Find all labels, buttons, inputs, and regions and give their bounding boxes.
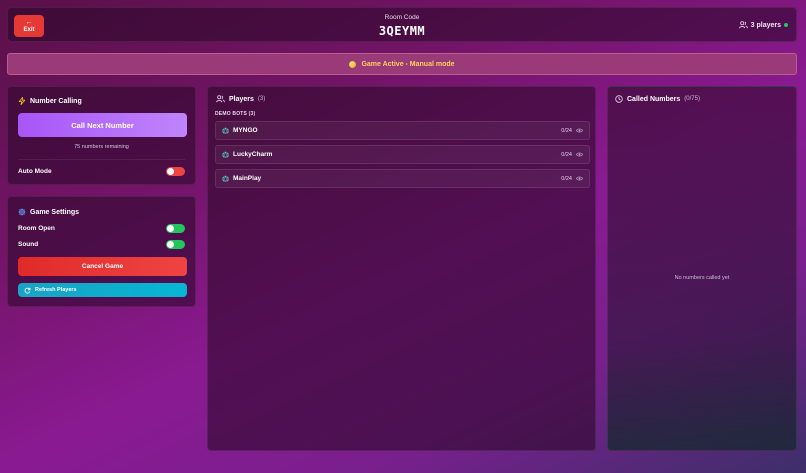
auto-mode-toggle[interactable] xyxy=(166,167,185,176)
players-count: 3 players xyxy=(738,21,788,29)
players-count-badge: (3) xyxy=(257,96,266,102)
game-settings-title: Game Settings xyxy=(18,208,79,216)
call-next-number-button[interactable]: Call Next Number xyxy=(18,113,187,137)
players-count-label: 3 players xyxy=(750,21,781,29)
toggle-knob xyxy=(167,168,174,175)
refresh-players-label: Refresh Players xyxy=(35,287,77,293)
bot-icon xyxy=(222,151,229,158)
top-bar: ← Exit Room Code 3QEYMM 3 players xyxy=(7,7,797,42)
called-numbers-count: (0/75) xyxy=(684,96,700,102)
player-score: 0/24 xyxy=(561,127,572,134)
player-name: MainPlay xyxy=(233,175,262,182)
called-numbers-panel: Called Numbers (0/75) No numbers called … xyxy=(607,86,797,451)
coin-icon xyxy=(349,60,357,68)
room-open-toggle[interactable] xyxy=(166,224,185,233)
called-numbers-label: Called Numbers xyxy=(627,95,681,103)
toggle-knob xyxy=(167,241,174,248)
room-code: 3QEYMM xyxy=(378,24,426,38)
player-score: 0/24 xyxy=(561,175,572,182)
online-status-dot xyxy=(784,23,788,27)
player-row[interactable]: LuckyCharm 0/24 xyxy=(215,145,590,164)
demo-bots-heading: DEMO BOTS (3) xyxy=(215,111,256,117)
users-icon xyxy=(738,21,748,29)
users-icon xyxy=(216,95,225,103)
game-settings-panel: Game Settings Room Open Sound Cancel Gam… xyxy=(7,196,196,307)
auto-mode-label: Auto Mode xyxy=(18,168,52,175)
numbers-remaining-text: 75 numbers remaining xyxy=(74,144,129,150)
lightning-icon xyxy=(18,97,26,105)
game-settings-label: Game Settings xyxy=(30,208,80,216)
refresh-players-button[interactable]: Refresh Players xyxy=(18,283,187,297)
divider xyxy=(18,159,185,160)
game-status-banner: Game Active - Manual mode xyxy=(7,53,797,75)
eye-icon[interactable] xyxy=(576,128,583,133)
player-row[interactable]: MainPlay 0/24 xyxy=(215,169,590,188)
called-numbers-title: Called Numbers (0/75) xyxy=(615,95,700,103)
room-open-label: Room Open xyxy=(18,225,55,232)
number-calling-panel: Number Calling Call Next Number 75 numbe… xyxy=(7,86,196,185)
player-row[interactable]: MYNGO 0/24 xyxy=(215,121,590,140)
refresh-icon xyxy=(24,287,31,293)
gear-icon xyxy=(18,208,26,216)
empty-state-text: No numbers called yet xyxy=(674,275,730,281)
clock-icon xyxy=(615,95,623,103)
players-label: Players xyxy=(229,95,254,103)
player-score: 0/24 xyxy=(561,151,572,158)
player-name: LuckyCharm xyxy=(233,151,273,158)
players-title: Players (3) xyxy=(216,95,265,103)
toggle-knob xyxy=(167,225,174,232)
number-calling-title: Number Calling xyxy=(18,97,82,105)
player-name: MYNGO xyxy=(233,127,258,134)
sound-toggle[interactable] xyxy=(166,240,185,249)
game-status-text: Game Active - Manual mode xyxy=(361,60,455,68)
sound-label: Sound xyxy=(18,241,39,248)
eye-icon[interactable] xyxy=(576,176,583,181)
cancel-game-button[interactable]: Cancel Game xyxy=(18,257,187,276)
bot-icon xyxy=(222,127,229,134)
players-panel: Players (3) DEMO BOTS (3) MYNGO 0/24 Luc… xyxy=(207,86,596,451)
number-calling-label: Number Calling xyxy=(30,97,82,105)
bot-icon xyxy=(222,175,229,182)
eye-icon[interactable] xyxy=(576,152,583,157)
room-code-label: Room Code xyxy=(384,14,420,21)
